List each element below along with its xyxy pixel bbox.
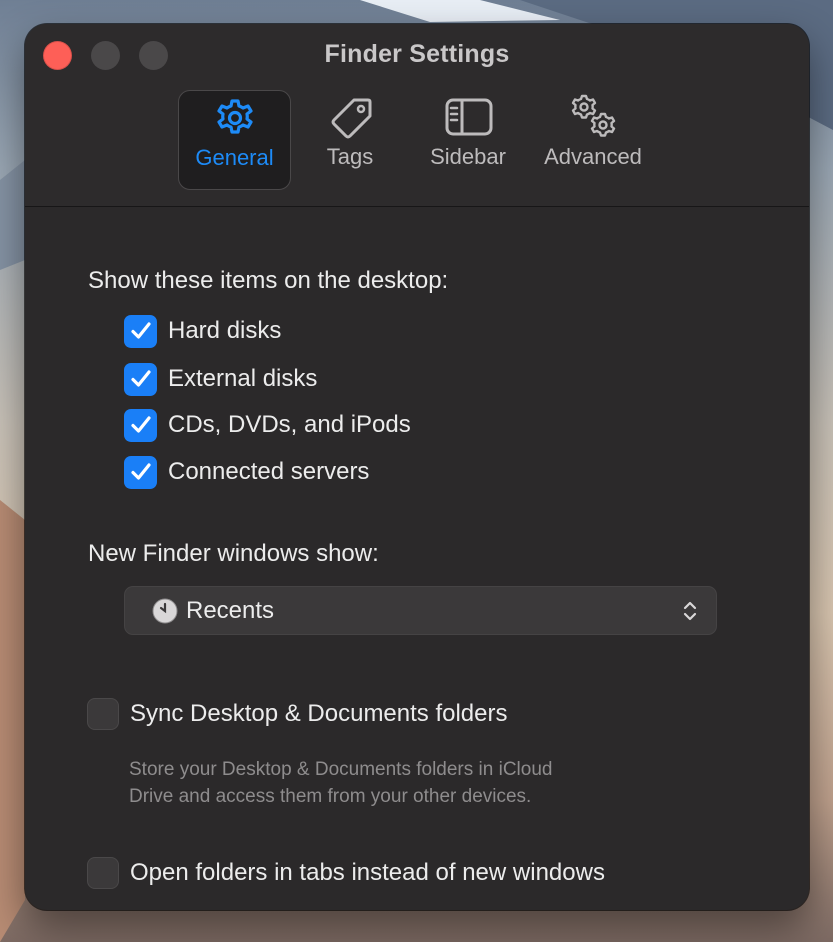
external-disks-checkbox[interactable] — [124, 362, 157, 396]
open-in-tabs-checkbox[interactable] — [87, 857, 119, 889]
new-window-heading: New Finder windows show: — [88, 540, 379, 567]
checkbox-row-sync[interactable]: Sync Desktop & Documents folders — [87, 697, 508, 731]
checkbox-row-connected-servers[interactable]: Connected servers — [124, 455, 369, 489]
checkbox-row-external-disks[interactable]: External disks — [124, 362, 317, 396]
tab-advanced-label: Advanced — [544, 144, 642, 169]
external-disks-label: External disks — [168, 365, 318, 392]
desktop-items-heading: Show these items on the desktop: — [88, 267, 449, 294]
gears-icon — [571, 94, 616, 137]
tab-tags-label: Tags — [326, 144, 374, 169]
sync-description-line-2: Drive and access them from your other de… — [129, 786, 532, 807]
checkmark-icon — [130, 322, 151, 339]
tab-sidebar-label: Sidebar — [430, 144, 506, 169]
new-window-select[interactable]: Recents — [124, 586, 717, 635]
sync-description: Store your Desktop & Documents folders i… — [129, 756, 552, 810]
checkmark-icon — [130, 370, 151, 387]
tag-icon — [331, 98, 372, 139]
tab-advanced[interactable]: Advanced — [531, 90, 655, 188]
cds-dvds-ipods-label: CDs, DVDs, and iPods — [168, 411, 411, 438]
sync-desktop-documents-checkbox[interactable] — [87, 698, 119, 730]
tab-sidebar[interactable]: Sidebar — [413, 90, 523, 188]
clock-icon — [152, 598, 178, 623]
connected-servers-label: Connected servers — [168, 458, 370, 485]
sync-desktop-documents-label: Sync Desktop & Documents folders — [130, 700, 508, 727]
checkmark-icon — [130, 463, 151, 480]
tab-general[interactable]: General — [178, 90, 291, 190]
gear-icon — [216, 99, 253, 134]
finder-settings-window: Finder Settings General Tags Sidebar Adv… — [25, 24, 809, 910]
cds-dvds-ipods-checkbox[interactable] — [124, 408, 157, 442]
connected-servers-checkbox[interactable] — [124, 455, 157, 489]
hard-disks-label: Hard disks — [168, 317, 282, 344]
general-pane: Show these items on the desktop: Hard di… — [25, 207, 809, 910]
chevron-updown-icon — [683, 601, 697, 621]
sync-description-line-1: Store your Desktop & Documents folders i… — [129, 759, 553, 780]
window-title: Finder Settings — [324, 40, 510, 68]
hard-disks-checkbox[interactable] — [124, 314, 157, 348]
checkbox-row-cds-dvds-ipods[interactable]: CDs, DVDs, and iPods — [124, 408, 411, 442]
checkbox-row-open-in-tabs[interactable]: Open folders in tabs instead of new wind… — [87, 856, 605, 890]
checkmark-icon — [130, 416, 151, 433]
tab-tags[interactable]: Tags — [295, 90, 405, 188]
sidebar-icon — [445, 98, 493, 136]
tab-general-label: General — [195, 145, 274, 170]
titlebar: Finder Settings General Tags Sidebar Adv… — [25, 24, 809, 207]
checkbox-row-hard-disks[interactable]: Hard disks — [124, 314, 281, 348]
new-window-selected-value: Recents — [186, 596, 275, 624]
open-in-tabs-label: Open folders in tabs instead of new wind… — [130, 859, 605, 886]
